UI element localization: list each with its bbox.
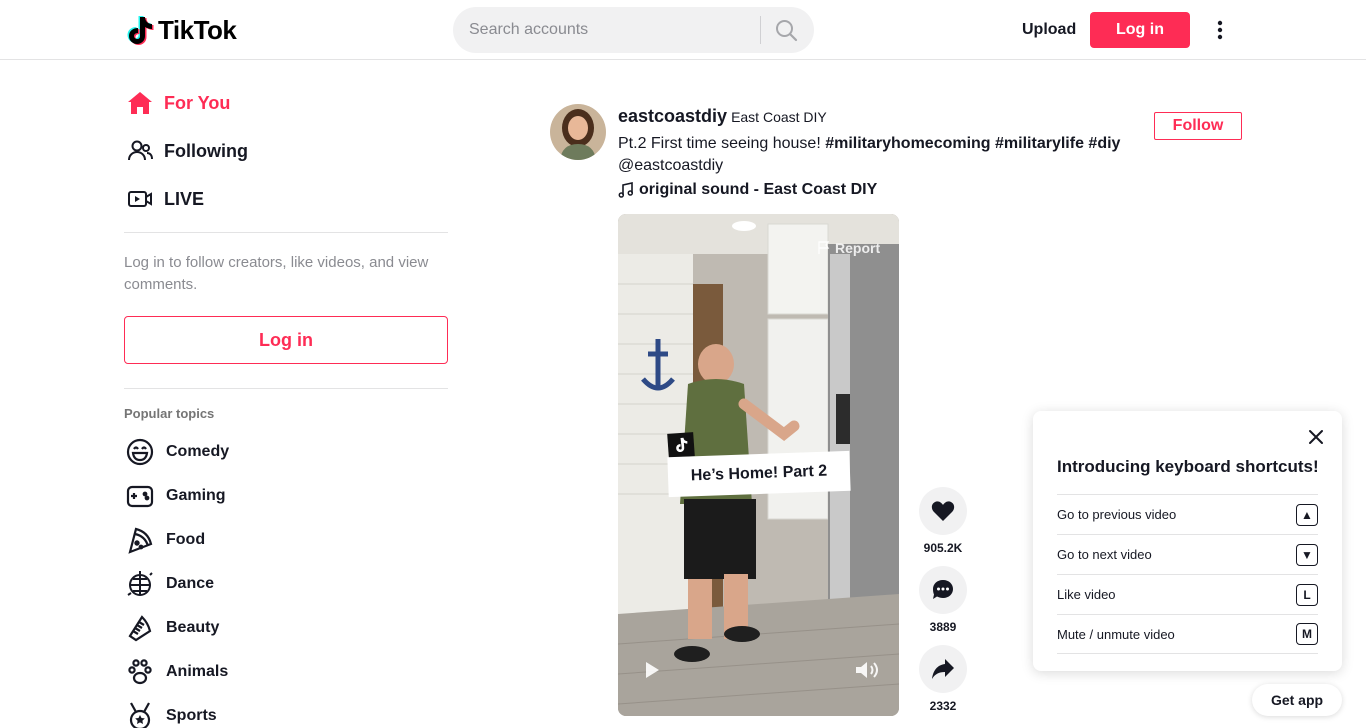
author-nickname[interactable]: East Coast DIY — [731, 109, 827, 125]
comment-button[interactable] — [919, 566, 967, 614]
shortcuts-title: Introducing keyboard shortcuts! — [1057, 457, 1319, 476]
share-action: 2332 — [918, 645, 968, 713]
live-icon — [124, 183, 156, 215]
comment-icon — [933, 580, 953, 599]
heart-icon — [931, 501, 955, 521]
topic-sports[interactable]: Sports — [124, 696, 344, 728]
music-title: original sound - East Coast DIY — [639, 181, 878, 198]
sidebar-login-button[interactable]: Log in — [124, 316, 448, 364]
topic-label: Dance — [166, 575, 215, 592]
nav-label: LIVE — [164, 188, 205, 209]
shortcut-label: Mute / unmute video — [1057, 626, 1175, 642]
more-options-button[interactable] — [1208, 14, 1232, 46]
video-sticker-text: He’s Home! Part 2 — [667, 450, 851, 498]
top-header: TikTok Upload Log in — [0, 0, 1366, 60]
author-avatar[interactable] — [550, 104, 606, 160]
hashtag-link[interactable]: #militarylife — [995, 135, 1084, 152]
shortcut-label: Go to previous video — [1057, 507, 1177, 522]
sidebar-divider — [124, 388, 448, 389]
tiktok-logo[interactable]: TikTok — [127, 14, 237, 46]
topic-label: Comedy — [166, 443, 230, 460]
music-note-icon — [618, 182, 634, 198]
mention-link[interactable]: @eastcoastdiy — [618, 157, 723, 174]
pizza-icon — [124, 524, 156, 556]
share-count: 2332 — [929, 699, 957, 713]
popular-topics-title: Popular topics — [124, 406, 215, 421]
shortcut-row: Go to previous video ▲ — [1057, 494, 1318, 534]
video-caption: Pt.2 First time seeing house! #militaryh… — [618, 133, 1138, 177]
volume-icon[interactable] — [854, 659, 880, 681]
sidebar-divider — [124, 232, 448, 233]
search-input[interactable] — [453, 7, 753, 53]
m-key-icon: M — [1296, 623, 1318, 645]
tiktok-sticker-icon — [667, 432, 695, 458]
topic-label: Food — [166, 531, 206, 548]
shortcut-row: Mute / unmute video M — [1057, 614, 1318, 654]
disco-ball-icon — [124, 568, 156, 600]
share-button[interactable] — [919, 645, 967, 693]
arrow-down-key-icon: ▼ — [1296, 543, 1318, 566]
medal-icon — [124, 700, 156, 728]
topic-dance[interactable]: Dance — [124, 564, 344, 604]
shortcut-row: Like video L — [1057, 574, 1318, 614]
get-app-button[interactable]: Get app — [1252, 684, 1342, 716]
share-icon — [932, 659, 954, 679]
l-key-icon: L — [1296, 583, 1318, 606]
comb-icon — [124, 612, 156, 644]
nav-live[interactable]: LIVE — [124, 179, 448, 219]
users-icon — [124, 135, 156, 167]
topic-gaming[interactable]: Gaming — [124, 476, 344, 516]
sidebar: For You Following LIVE Log in to follow … — [124, 61, 448, 728]
header-login-button[interactable]: Log in — [1090, 12, 1190, 48]
topic-food[interactable]: Food — [124, 520, 344, 560]
shortcut-label: Go to next video — [1057, 547, 1152, 562]
like-action: 905.2K — [918, 487, 968, 555]
shortcut-label: Like video — [1057, 587, 1116, 602]
like-count: 905.2K — [923, 541, 963, 555]
login-hint-text: Log in to follow creators, like videos, … — [124, 254, 429, 293]
nav-following[interactable]: Following — [124, 131, 448, 171]
author-username[interactable]: eastcoastdiy — [618, 106, 727, 127]
tiktok-note-icon — [127, 15, 155, 45]
follow-button[interactable]: Follow — [1154, 112, 1242, 140]
hashtag-link[interactable]: #diy — [1088, 135, 1120, 152]
topic-animals[interactable]: Animals — [124, 652, 344, 692]
music-link[interactable]: original sound - East Coast DIY — [618, 181, 877, 199]
smile-icon — [124, 436, 156, 468]
more-vertical-icon — [1217, 20, 1223, 40]
gamepad-icon — [124, 480, 156, 512]
comment-count: 3889 — [929, 620, 957, 634]
keyboard-shortcuts-popup: Introducing keyboard shortcuts! Go to pr… — [1033, 411, 1342, 671]
like-button[interactable] — [919, 487, 967, 535]
flag-icon — [818, 241, 830, 254]
topic-label: Sports — [166, 707, 217, 724]
nav-label: For You — [164, 92, 231, 113]
close-icon[interactable] — [1307, 428, 1325, 446]
topic-comedy[interactable]: Comedy — [124, 432, 344, 472]
topic-label: Gaming — [166, 487, 226, 504]
logo-text: TikTok — [158, 14, 237, 45]
paw-icon — [124, 656, 156, 688]
report-button[interactable]: Report — [817, 240, 880, 256]
report-label: Report — [835, 240, 881, 256]
play-icon[interactable] — [642, 660, 662, 680]
search-button[interactable] — [769, 16, 803, 44]
search-divider — [760, 16, 761, 44]
topic-beauty[interactable]: Beauty — [124, 608, 344, 648]
shortcut-row: Go to next video ▼ — [1057, 534, 1318, 574]
comment-action: 3889 — [918, 566, 968, 634]
home-icon — [124, 87, 156, 119]
search-bar — [453, 7, 814, 53]
nav-label: Following — [164, 140, 248, 161]
search-icon — [776, 20, 798, 42]
nav-for-you[interactable]: For You — [124, 83, 448, 123]
hashtag-link[interactable]: #militaryhomecoming — [825, 135, 990, 152]
arrow-up-key-icon: ▲ — [1296, 503, 1318, 526]
caption-text: Pt.2 First time seeing house! — [618, 135, 826, 152]
topic-label: Beauty — [166, 619, 220, 636]
topic-label: Animals — [166, 663, 229, 680]
upload-link[interactable]: Upload — [1010, 12, 1088, 48]
author-info: eastcoastdiy East Coast DIY — [618, 106, 827, 127]
